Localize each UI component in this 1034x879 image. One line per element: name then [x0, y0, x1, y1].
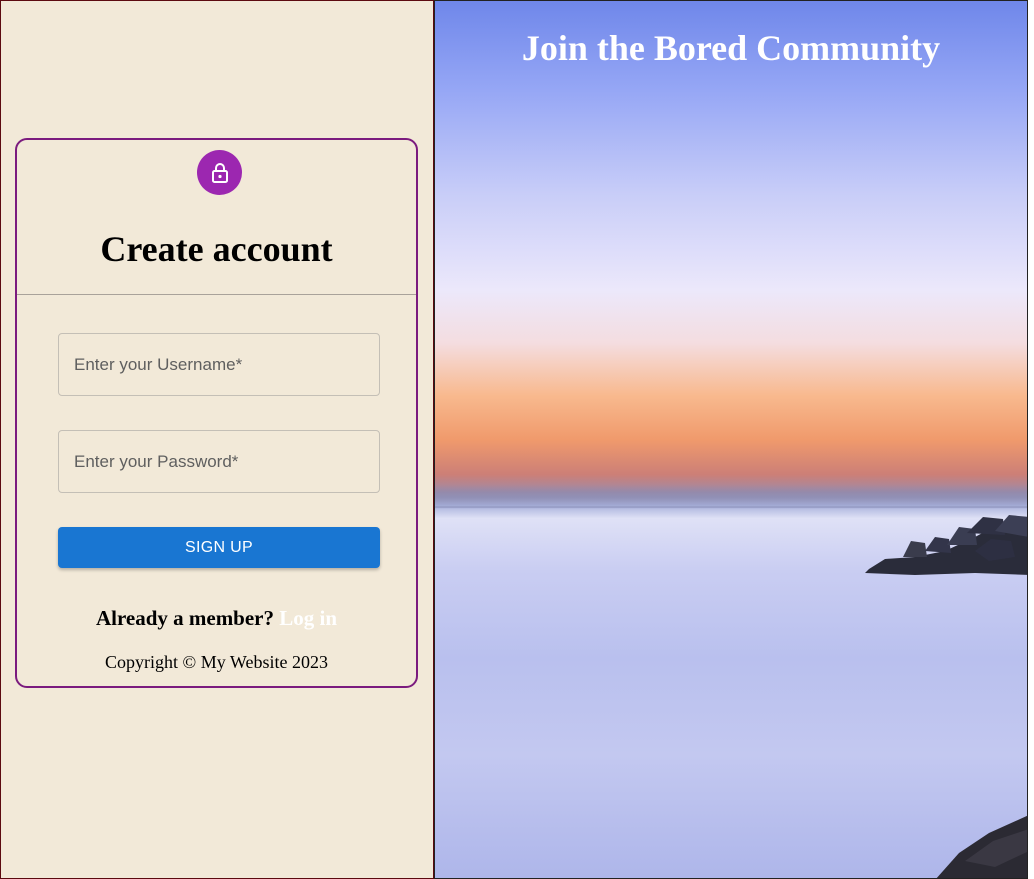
horizon-line	[435, 506, 1027, 508]
copyright-text: Copyright © My Website 2023	[105, 652, 328, 672]
username-input[interactable]	[58, 333, 380, 396]
hero-heading: Join the Bored Community	[521, 28, 941, 68]
shore-rock	[936, 815, 1027, 878]
login-link[interactable]: Log in	[279, 606, 337, 630]
password-input[interactable]	[58, 430, 380, 493]
breakwater-rocks	[865, 515, 1027, 575]
page-title: Create account	[100, 229, 333, 269]
member-prompt: Already a member?	[95, 606, 275, 630]
lock-icon	[197, 150, 242, 195]
member-prompt-line: Already a member? Log in	[17, 606, 416, 631]
sign-up-button[interactable]: SIGN UP	[58, 527, 380, 568]
divider	[17, 294, 416, 295]
lock-icon-glyph	[211, 162, 228, 183]
hero-image: Join the Bored Community	[434, 0, 1028, 879]
signup-card: Create account SIGN UP Already a member?…	[15, 138, 418, 688]
signup-panel: Create account SIGN UP Already a member?…	[0, 0, 435, 879]
